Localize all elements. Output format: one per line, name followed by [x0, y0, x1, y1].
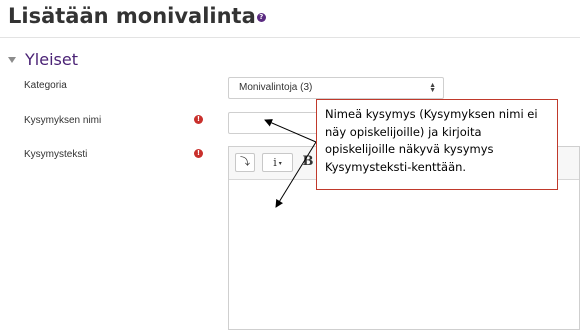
question-name-label: Kysymyksen nimi: [24, 115, 102, 126]
question-text-label: Kysymysteksti: [24, 149, 88, 160]
category-select-value: Monivalintoja (3): [239, 82, 313, 93]
help-icon[interactable]: ?: [256, 12, 266, 22]
bold-button[interactable]: B: [300, 153, 316, 172]
page-title-text: Lisätään monivalinta: [8, 4, 256, 28]
category-select[interactable]: Monivalintoja (3) ▲ ▼: [228, 77, 444, 99]
paragraph-style-button[interactable]: i ▾: [262, 153, 293, 172]
select-arrows-icon: ▲ ▼: [429, 82, 436, 94]
required-icon[interactable]: !: [194, 115, 203, 124]
chevron-down-icon: ▾: [278, 159, 282, 167]
section-header-general[interactable]: Yleiset: [8, 50, 78, 69]
toolbar-toggle-icon[interactable]: ⤵: [235, 153, 255, 172]
title-divider: [0, 37, 580, 38]
category-label: Kategoria: [24, 80, 67, 91]
section-title: Yleiset: [25, 50, 78, 69]
page: Lisätään monivalinta? Yleiset Kategoria …: [0, 0, 580, 330]
paragraph-style-label: i: [273, 156, 277, 169]
instruction-callout: Nimeä kysymys (Kysymyksen nimi ei näy op…: [316, 99, 558, 190]
page-title: Lisätään monivalinta?: [8, 4, 266, 28]
editor-content-area[interactable]: [229, 179, 579, 329]
caret-down-icon: [8, 57, 16, 63]
required-icon[interactable]: !: [194, 149, 203, 158]
